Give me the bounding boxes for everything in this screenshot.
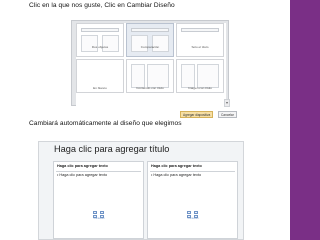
accent-sidebar: [290, 0, 320, 240]
insert-content-icons: Contenido: [185, 211, 201, 221]
layout-label: Comparación: [140, 45, 160, 49]
apply-layout-button[interactable]: Agregar diapositiva: [180, 111, 214, 118]
insert-content-icons: Contenido: [91, 211, 107, 221]
slide-title-placeholder: Haga clic para agregar título: [54, 144, 170, 154]
placeholder-bullet: • Haga clic para agregar texto: [151, 173, 202, 177]
layout-two-content[interactable]: [76, 23, 124, 57]
bullet-text-1: Clic en la que nos guste, Clic en Cambia…: [29, 2, 175, 9]
slide-preview: Haga clic para agregar título Haga clic …: [38, 141, 244, 240]
layout-title-only[interactable]: [176, 23, 224, 57]
layout-label: En blanco: [93, 86, 107, 90]
cancel-button[interactable]: Cancelar: [218, 111, 237, 118]
layout-label: Contenido con título: [136, 86, 164, 90]
insert-content-caption: Contenido: [93, 217, 105, 220]
layout-label: Imagen con título: [188, 86, 212, 90]
bullet-text-2: Cambiará automáticamente al diseño que e…: [29, 120, 182, 127]
placeholder-heading: Haga clic para agregar texto: [57, 164, 108, 168]
right-content-placeholder: Haga clic para agregar texto • Haga clic…: [147, 161, 238, 239]
layout-gallery: Dos objetos Comparación Solo el título E…: [71, 20, 230, 109]
layout-label: Dos objetos: [91, 45, 109, 49]
layout-comparison[interactable]: [126, 23, 174, 57]
placeholder-bullet: • Haga clic para agregar texto: [57, 173, 108, 177]
placeholder-heading: Haga clic para agregar texto: [151, 164, 202, 168]
gallery-scroll-button[interactable]: ▾: [224, 99, 230, 107]
layout-gallery-panel: Dos objetos Comparación Solo el título E…: [76, 23, 230, 109]
insert-content-caption: Contenido: [187, 217, 199, 220]
left-content-placeholder: Haga clic para agregar texto • Haga clic…: [53, 161, 144, 239]
layout-label: Solo el título: [191, 45, 209, 49]
